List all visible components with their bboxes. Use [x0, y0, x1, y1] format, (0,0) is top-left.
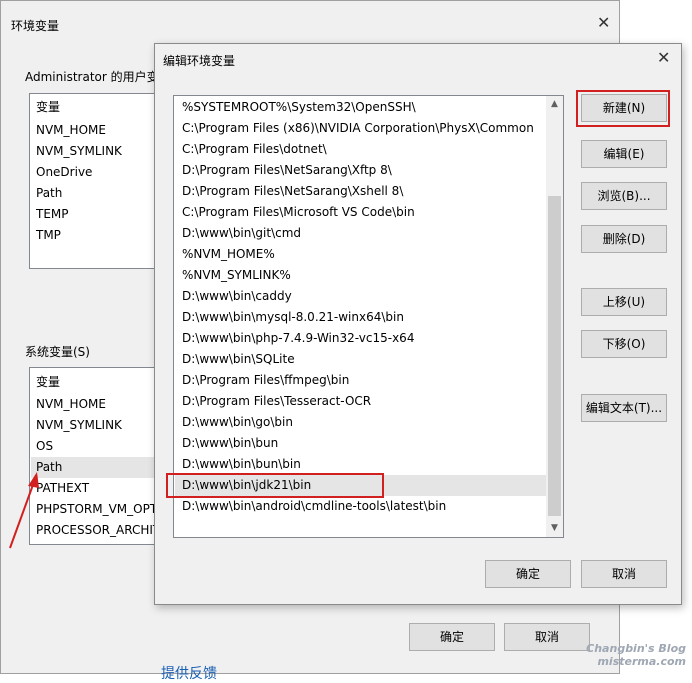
list-item[interactable]: NVM_HOME — [36, 394, 106, 415]
watermark: Changbin's Blog misterma.com — [586, 642, 686, 668]
list-item[interactable]: PROCESSOR_ARCHIT — [36, 520, 156, 541]
list-item[interactable]: D:\www\bin\android\cmdline-tools\latest\… — [175, 496, 547, 517]
new-button[interactable]: 新建(N) — [581, 94, 667, 122]
list-item[interactable]: D:\www\bin\git\cmd — [175, 223, 547, 244]
user-variables-list[interactable]: 变量 NVM_HOME NVM_SYMLINK OneDrive Path TE… — [29, 93, 157, 269]
list-item[interactable]: D:\www\bin\mysql-8.0.21-winx64\bin — [175, 307, 547, 328]
list-item[interactable]: OneDrive — [36, 162, 92, 183]
user-variables-header[interactable]: 变量 — [36, 97, 60, 118]
cancel-button[interactable]: 取消 — [581, 560, 667, 588]
delete-button[interactable]: 删除(D) — [581, 225, 667, 253]
list-item[interactable]: C:\Program Files (x86)\NVIDIA Corporatio… — [175, 118, 547, 139]
feedback-link-partial[interactable]: 提供反馈 — [151, 649, 331, 682]
system-variables-label: 系统变量(S) — [25, 345, 90, 359]
list-item[interactable]: C:\Program Files\dotnet\ — [175, 139, 547, 160]
list-item[interactable]: D:\Program Files\Tesseract-OCR — [175, 391, 547, 412]
list-item-selected[interactable]: Path — [31, 457, 156, 478]
feedback-text[interactable]: 提供反馈 — [161, 663, 217, 683]
list-item[interactable]: D:\www\bin\SQLite — [175, 349, 547, 370]
scroll-up-arrow-icon[interactable]: ▲ — [546, 96, 563, 113]
list-item-selected[interactable]: D:\www\bin\jdk21\bin — [175, 475, 547, 496]
edit-environment-variable-dialog: 编辑环境变量 ✕ %SYSTEMROOT%\System32\OpenSSH\ … — [154, 43, 682, 605]
list-item[interactable]: TMP — [36, 225, 61, 246]
list-item[interactable]: PATHEXT — [36, 478, 89, 499]
list-item[interactable]: D:\Program Files\NetSarang\Xftp 8\ — [175, 160, 547, 181]
path-entries-list[interactable]: %SYSTEMROOT%\System32\OpenSSH\ C:\Progra… — [173, 95, 564, 538]
list-item[interactable]: D:\www\bin\php-7.4.9-Win32-vc15-x64 — [175, 328, 547, 349]
watermark-line2: misterma.com — [597, 655, 686, 668]
list-item[interactable]: NVM_SYMLINK — [36, 141, 122, 162]
list-item[interactable]: Path — [36, 183, 62, 204]
list-item[interactable]: %SYSTEMROOT%\System32\OpenSSH\ — [175, 97, 547, 118]
watermark-line1: Changbin's Blog — [586, 642, 686, 655]
dialog-title: 编辑环境变量 — [163, 54, 236, 68]
ok-button[interactable]: 确定 — [409, 623, 495, 651]
list-item[interactable]: D:\www\bin\caddy — [175, 286, 547, 307]
list-item[interactable]: PHPSTORM_VM_OPT — [36, 499, 156, 520]
close-icon[interactable]: ✕ — [597, 13, 610, 32]
list-item[interactable]: C:\Program Files\Microsoft VS Code\bin — [175, 202, 547, 223]
vertical-scrollbar[interactable]: ▲ ▼ — [546, 96, 563, 537]
list-item[interactable]: TEMP — [36, 204, 69, 225]
move-down-button[interactable]: 下移(O) — [581, 330, 667, 358]
edit-text-button[interactable]: 编辑文本(T)... — [581, 394, 667, 422]
ok-button[interactable]: 确定 — [485, 560, 571, 588]
move-up-button[interactable]: 上移(U) — [581, 288, 667, 316]
list-item[interactable]: %NVM_SYMLINK% — [175, 265, 547, 286]
browse-button[interactable]: 浏览(B)... — [581, 182, 667, 210]
system-variables-list[interactable]: 变量 NVM_HOME NVM_SYMLINK OS Path PATHEXT … — [29, 367, 157, 545]
user-variables-label: Administrator 的用户变 — [25, 70, 159, 84]
list-item[interactable]: D:\Program Files\ffmpeg\bin — [175, 370, 547, 391]
dialog-title: 环境变量 — [11, 19, 60, 33]
system-variables-header[interactable]: 变量 — [36, 372, 60, 393]
list-item[interactable]: D:\www\bin\go\bin — [175, 412, 547, 433]
cancel-button[interactable]: 取消 — [504, 623, 590, 651]
list-item[interactable]: %NVM_HOME% — [175, 244, 547, 265]
scrollbar-thumb[interactable] — [548, 196, 561, 516]
list-item[interactable]: D:\www\bin\bun — [175, 433, 547, 454]
close-icon[interactable]: ✕ — [657, 48, 670, 67]
list-item[interactable]: D:\Program Files\NetSarang\Xshell 8\ — [175, 181, 547, 202]
scroll-down-arrow-icon[interactable]: ▼ — [546, 520, 563, 537]
list-item[interactable]: NVM_SYMLINK — [36, 415, 122, 436]
list-item[interactable]: D:\www\bin\bun\bin — [175, 454, 547, 475]
list-item[interactable]: NVM_HOME — [36, 120, 106, 141]
edit-button[interactable]: 编辑(E) — [581, 140, 667, 168]
list-item[interactable]: OS — [36, 436, 53, 457]
